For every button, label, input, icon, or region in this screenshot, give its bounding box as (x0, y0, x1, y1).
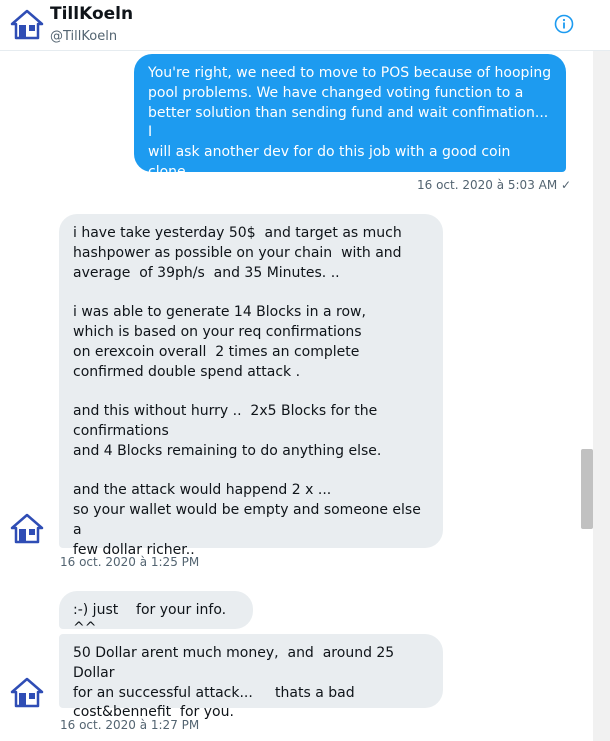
info-icon[interactable] (554, 14, 574, 34)
timestamp-text: 16 oct. 2020 à 5:03 AM (417, 178, 558, 192)
house-avatar-icon[interactable] (10, 676, 44, 710)
sent-check-icon: ✓ (561, 178, 572, 192)
conversation-name[interactable]: TillKoeln (50, 4, 133, 24)
message-bubble-incoming[interactable]: 50 Dollar arent much money, and around 2… (59, 634, 443, 720)
message-timestamp: 16 oct. 2020 à 5:03 AM ✓ (417, 178, 571, 192)
message-bubble-incoming[interactable]: i have take yesterday 50$ and target as … (59, 214, 443, 558)
house-avatar-icon[interactable] (10, 512, 44, 546)
message-timestamp: 16 oct. 2020 à 1:27 PM (60, 718, 200, 732)
message-bubble-outgoing[interactable]: You're right, we need to move to POS bec… (134, 54, 566, 200)
conversation-handle: @TillKoeln (50, 29, 118, 44)
scrollbar-thumb[interactable] (581, 449, 593, 529)
conversation-header: TillKoeln @TillKoeln (0, 0, 610, 51)
house-avatar-icon[interactable] (10, 8, 44, 42)
message-bubble-incoming[interactable]: :-) just for your info. ^^ (59, 591, 253, 636)
message-timestamp: 16 oct. 2020 à 1:25 PM (60, 555, 200, 569)
scrollbar-track[interactable] (593, 0, 610, 741)
